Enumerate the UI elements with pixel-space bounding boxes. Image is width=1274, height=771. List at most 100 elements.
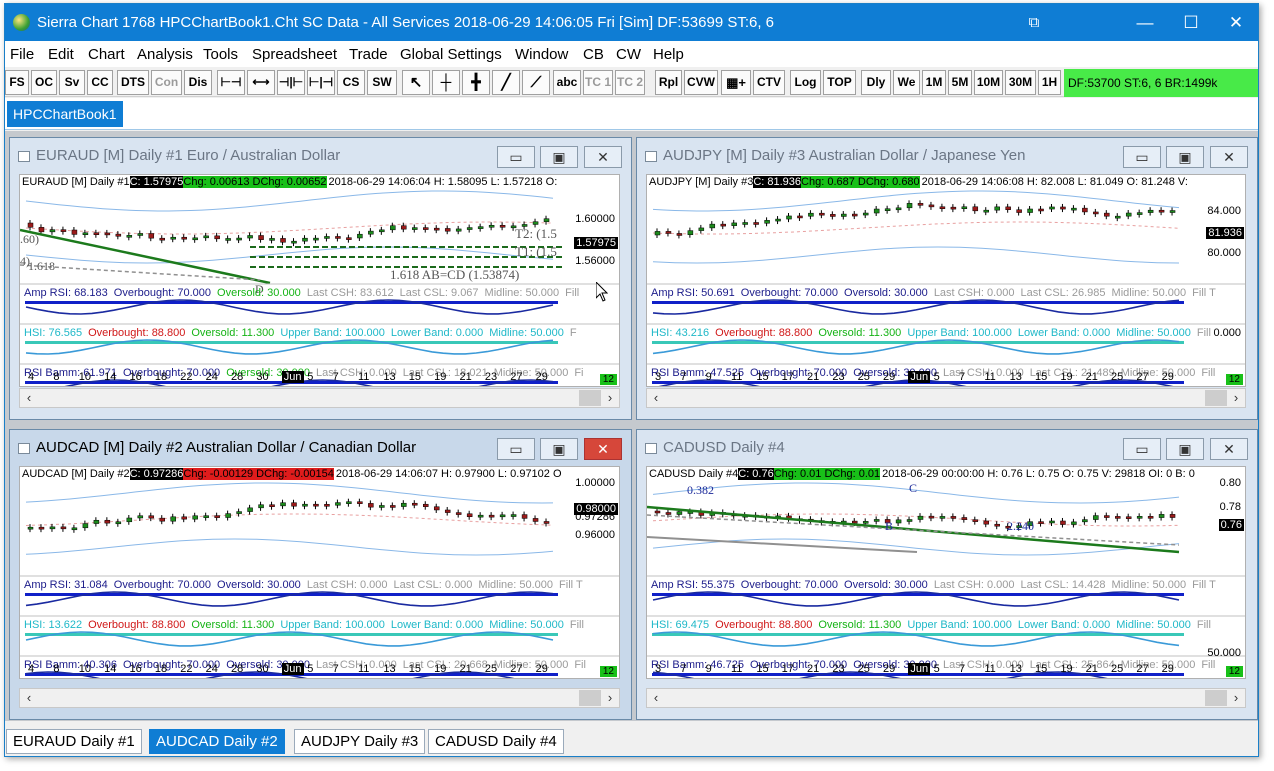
- tab-audjpy[interactable]: AUDJPY Daily #3: [294, 729, 426, 754]
- chart-window-cadusd[interactable]: CADUSD Daily #4 ▭ ▣ ✕ CADUSD Daily #4C: 0.76…: [636, 429, 1258, 720]
- scroll-right-arrow-icon[interactable]: ›: [1227, 389, 1245, 407]
- chart-window-audcad[interactable]: AUDCAD [M] Daily #2 Australian Dollar / …: [9, 429, 632, 720]
- chart-window-audjpy[interactable]: AUDJPY [M] Daily #3 Australian Dollar / …: [636, 137, 1258, 420]
- tab-euraud[interactable]: EURAUD Daily #1: [6, 729, 142, 754]
- scroll-left-arrow-icon[interactable]: ‹: [20, 689, 38, 707]
- horizontal-scrollbar[interactable]: ‹ ›: [19, 388, 620, 408]
- zoom-out-icon[interactable]: ⟷: [247, 70, 275, 95]
- oc-button[interactable]: OC: [31, 70, 57, 95]
- abc-button[interactable]: abc: [553, 70, 581, 95]
- window-minimize-button[interactable]: ▭: [1123, 438, 1161, 460]
- horizontal-scrollbar[interactable]: ‹ ›: [646, 688, 1246, 708]
- window-minimize-button[interactable]: ▭: [497, 146, 535, 168]
- window-minimize-button[interactable]: ▭: [497, 438, 535, 460]
- minimize-button[interactable]: —: [1122, 4, 1168, 41]
- time-axis: 3 7 9 11 15 17 21 23 25 29 Jun 5 7 11 13 15 19 21 25 27 29: [647, 661, 1245, 678]
- scroll-left-arrow-icon[interactable]: ‹: [647, 689, 665, 707]
- menu-cw[interactable]: CW: [616, 46, 641, 63]
- pin-icon[interactable]: ⧉: [1011, 4, 1057, 41]
- 5m-button[interactable]: 5M: [948, 70, 972, 95]
- chart-window-euraud[interactable]: EURAUD [M] Daily #1 Euro / Australian Do…: [9, 137, 632, 420]
- menu-cb[interactable]: CB: [583, 46, 604, 63]
- menu-global-settings[interactable]: Global Settings: [400, 46, 502, 63]
- calendar-add-icon[interactable]: ▦+: [721, 70, 751, 95]
- study-value: Midline: 50.000: [484, 287, 560, 299]
- scroll-left-arrow-icon[interactable]: ‹: [647, 389, 665, 407]
- scrollbar-thumb[interactable]: [579, 690, 601, 706]
- log-button[interactable]: Log: [790, 70, 821, 95]
- menu-trade[interactable]: Trade: [349, 46, 388, 63]
- 10m-button[interactable]: 10M: [974, 70, 1003, 95]
- scroll-right-arrow-icon[interactable]: ›: [601, 689, 619, 707]
- tc1-button[interactable]: TC 1: [583, 70, 613, 95]
- ctv-button[interactable]: CTV: [753, 70, 785, 95]
- candlestick: [1158, 209, 1165, 213]
- sw-button[interactable]: SW: [367, 70, 397, 95]
- tab-audcad[interactable]: AUDCAD Daily #2: [149, 729, 285, 754]
- menu-analysis[interactable]: Analysis: [137, 46, 193, 63]
- chartbook-tab[interactable]: HPCChartBook1: [7, 101, 123, 127]
- window-close-button[interactable]: ✕: [1210, 146, 1248, 168]
- scroll-right-icon[interactable]: ⊢|⊣: [307, 70, 335, 95]
- menu-edit[interactable]: Edit: [48, 46, 74, 63]
- horizontal-scrollbar[interactable]: ‹ ›: [646, 388, 1246, 408]
- sv-button[interactable]: Sv: [59, 70, 85, 95]
- zoom-in-icon[interactable]: ⊢⊣: [217, 70, 245, 95]
- window-close-button[interactable]: ✕: [584, 438, 622, 460]
- pointer-icon[interactable]: ↖: [402, 70, 430, 95]
- line-tool-icon[interactable]: ╱: [492, 70, 520, 95]
- candlestick: [477, 226, 484, 229]
- window-close-button[interactable]: ✕: [1210, 438, 1248, 460]
- scroll-right-arrow-icon[interactable]: ›: [1227, 689, 1245, 707]
- study-value: Overbought: 88.800: [88, 327, 186, 339]
- window-minimize-button[interactable]: ▭: [1123, 146, 1161, 168]
- top-button[interactable]: TOP: [823, 70, 856, 95]
- time-axis-label: 19: [434, 663, 447, 675]
- window-maximize-button[interactable]: ▣: [1166, 146, 1204, 168]
- scroll-left-icon[interactable]: ⊣|⊢: [277, 70, 305, 95]
- window-maximize-button[interactable]: ▣: [540, 438, 578, 460]
- window-close-button[interactable]: ✕: [584, 146, 622, 168]
- fs-button[interactable]: FS: [5, 70, 29, 95]
- cursor-cross-icon[interactable]: ╋: [462, 70, 490, 95]
- menu-chart[interactable]: Chart: [88, 46, 125, 63]
- menu-spreadsheet[interactable]: Spreadsheet: [252, 46, 337, 63]
- rpl-button[interactable]: Rpl: [655, 70, 682, 95]
- time-axis-label: 15: [408, 663, 421, 675]
- menu-file[interactable]: File: [10, 46, 34, 63]
- close-button[interactable]: ✕: [1213, 4, 1259, 41]
- chart-plot-area[interactable]: AUDJPY [M] Daily #3C: 81.936Chg: 0.687 D…: [646, 174, 1246, 387]
- chart-plot-area[interactable]: AUDCAD [M] Daily #2C: 0.97286Chg: -0.001…: [19, 466, 620, 679]
- scroll-left-arrow-icon[interactable]: ‹: [20, 389, 38, 407]
- dts-button[interactable]: DTS: [117, 70, 149, 95]
- tc2-button[interactable]: TC 2: [615, 70, 645, 95]
- scrollbar-thumb[interactable]: [579, 390, 601, 406]
- scrollbar-thumb[interactable]: [1205, 690, 1227, 706]
- cc-button[interactable]: CC: [87, 70, 113, 95]
- maximize-button[interactable]: ☐: [1168, 4, 1214, 41]
- crosshair-icon[interactable]: ┼: [432, 70, 460, 95]
- cs-button[interactable]: CS: [337, 70, 365, 95]
- horizontal-scrollbar[interactable]: ‹ ›: [19, 688, 620, 708]
- time-axis-label: 7: [680, 663, 687, 675]
- scrollbar-thumb[interactable]: [1205, 390, 1227, 406]
- 1m-button[interactable]: 1M: [922, 70, 946, 95]
- scroll-right-arrow-icon[interactable]: ›: [601, 389, 619, 407]
- we-button[interactable]: We: [893, 70, 920, 95]
- chart-plot-area[interactable]: CADUSD Daily #4C: 0.76Chg: 0.01 DChg: 0.…: [646, 466, 1246, 679]
- menu-window[interactable]: Window: [515, 46, 568, 63]
- dis-button[interactable]: Dis: [184, 70, 212, 95]
- ray-tool-icon[interactable]: ⟋: [522, 70, 550, 95]
- window-maximize-button[interactable]: ▣: [540, 146, 578, 168]
- menu-help[interactable]: Help: [653, 46, 684, 63]
- cvw-button[interactable]: CVW: [684, 70, 718, 95]
- chart-plot-area[interactable]: EURAUD [M] Daily #1C: 1.57975Chg: 0.0061…: [19, 174, 620, 387]
- change-label: Chg: 0.00613 DChg: 0.00652: [183, 176, 327, 188]
- window-maximize-button[interactable]: ▣: [1166, 438, 1204, 460]
- dly-button[interactable]: Dly: [861, 70, 891, 95]
- menu-tools[interactable]: Tools: [203, 46, 238, 63]
- tab-cadusd[interactable]: CADUSD Daily #4: [428, 729, 564, 754]
- con-button[interactable]: Con: [151, 70, 182, 95]
- 1h-button[interactable]: 1H: [1038, 70, 1061, 95]
- 30m-button[interactable]: 30M: [1005, 70, 1036, 95]
